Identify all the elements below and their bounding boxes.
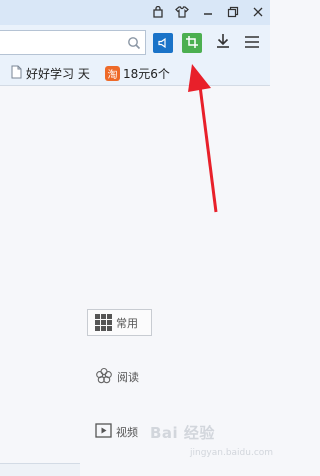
- bookmark-item[interactable]: 淘 18元6个: [105, 64, 170, 82]
- speaker-button[interactable]: [153, 33, 173, 53]
- bookmark-label: 好好学习 天: [26, 66, 90, 81]
- restore-icon[interactable]: [223, 3, 243, 21]
- watermark: Bai 经验: [150, 424, 215, 442]
- bookmarks-bar: 好好学习 天 淘 18元6个: [0, 61, 270, 86]
- minimize-icon[interactable]: [198, 3, 218, 21]
- nav-item-reading[interactable]: 阅读: [94, 366, 139, 388]
- menu-icon: [244, 34, 260, 53]
- shirt-icon[interactable]: [172, 3, 192, 21]
- nav-label: 阅读: [117, 371, 139, 384]
- crop-icon: [185, 34, 199, 53]
- flower-icon: [94, 366, 114, 389]
- bookmark-label: 18元6个: [123, 66, 170, 81]
- menu-button[interactable]: [242, 33, 262, 53]
- status-bar: [0, 463, 80, 476]
- nav-item-video[interactable]: 视频: [95, 421, 138, 443]
- download-button[interactable]: [213, 33, 233, 53]
- search-icon[interactable]: [127, 35, 141, 54]
- address-bar[interactable]: [0, 30, 146, 55]
- watermark-url: jingyan.baidu.com: [190, 448, 274, 458]
- address-input[interactable]: [0, 31, 128, 53]
- bookmark-item[interactable]: 好好学习 天: [11, 64, 90, 82]
- close-icon[interactable]: [248, 3, 268, 21]
- nav-item-common[interactable]: 常用: [87, 309, 152, 336]
- toolbar: [0, 25, 270, 61]
- download-icon: [215, 33, 231, 53]
- speaker-icon: [157, 34, 169, 53]
- crop-button[interactable]: [182, 33, 202, 53]
- title-bar: [0, 0, 270, 25]
- nav-label: 视频: [116, 426, 138, 439]
- grid-icon: [95, 314, 112, 331]
- page-icon: [11, 65, 22, 82]
- taobao-icon: 淘: [105, 65, 120, 81]
- nav-label: 常用: [116, 316, 138, 330]
- video-icon: [95, 423, 112, 441]
- bag-icon[interactable]: [148, 3, 168, 21]
